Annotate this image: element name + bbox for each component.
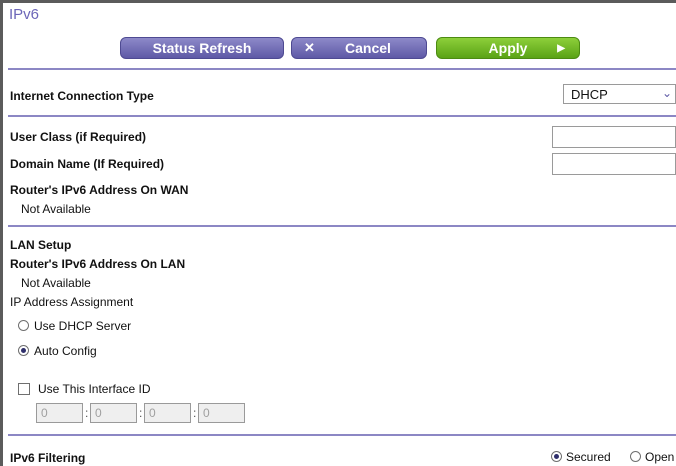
lan-setup-heading: LAN Setup	[10, 238, 72, 252]
connection-type-select[interactable]: DHCP ⌄	[563, 84, 676, 104]
status-refresh-button[interactable]: Status Refresh	[120, 37, 284, 59]
cancel-label: Cancel	[345, 40, 391, 56]
lan-address-value: Not Available	[21, 276, 91, 290]
interface-id-separator: :	[193, 406, 197, 420]
domain-name-label: Domain Name (If Required)	[10, 157, 165, 171]
close-icon: ✕	[304, 40, 315, 55]
interface-id-field-2[interactable]: 0	[90, 403, 137, 423]
use-dhcp-server-radio[interactable]	[18, 320, 29, 331]
user-class-input[interactable]	[552, 126, 676, 148]
use-interface-id-checkbox[interactable]	[18, 383, 30, 395]
apply-label: Apply	[488, 40, 528, 56]
interface-id-field-3[interactable]: 0	[144, 403, 191, 423]
filtering-open-radio[interactable]	[630, 451, 641, 462]
wan-address-label: Router's IPv6 Address On WAN	[10, 183, 189, 197]
use-interface-id-label: Use This Interface ID	[38, 382, 151, 396]
interface-id-field-4[interactable]: 0	[198, 403, 245, 423]
page-title: IPv6	[9, 6, 40, 23]
auto-config-radio[interactable]	[18, 345, 29, 356]
interface-id-separator: :	[85, 406, 89, 420]
divider	[8, 434, 676, 436]
wan-address-value: Not Available	[21, 202, 91, 216]
connection-type-label: Internet Connection Type	[10, 89, 154, 103]
interface-id-field-1[interactable]: 0	[36, 403, 83, 423]
divider	[8, 225, 676, 227]
ip-assignment-label: IP Address Assignment	[10, 295, 134, 309]
filtering-secured-radio[interactable]	[551, 451, 562, 462]
interface-id-separator: :	[139, 406, 143, 420]
use-dhcp-server-label: Use DHCP Server	[34, 319, 132, 333]
ipv6-filtering-label: IPv6 Filtering	[10, 451, 86, 465]
domain-name-input[interactable]	[552, 153, 676, 175]
divider	[8, 115, 676, 117]
filtering-open-label: Open	[645, 450, 675, 464]
status-refresh-label: Status Refresh	[152, 40, 252, 56]
chevron-down-icon: ⌄	[661, 86, 672, 100]
filtering-secured-label: Secured	[566, 450, 611, 464]
cancel-button[interactable]: ✕ Cancel	[291, 37, 427, 59]
apply-button[interactable]: Apply ▶	[436, 37, 580, 59]
play-arrow-icon: ▶	[557, 42, 565, 54]
user-class-label: User Class (if Required)	[10, 130, 147, 144]
connection-type-value: DHCP	[571, 86, 608, 102]
divider	[8, 68, 676, 70]
auto-config-label: Auto Config	[34, 344, 97, 358]
lan-address-label: Router's IPv6 Address On LAN	[10, 257, 186, 271]
